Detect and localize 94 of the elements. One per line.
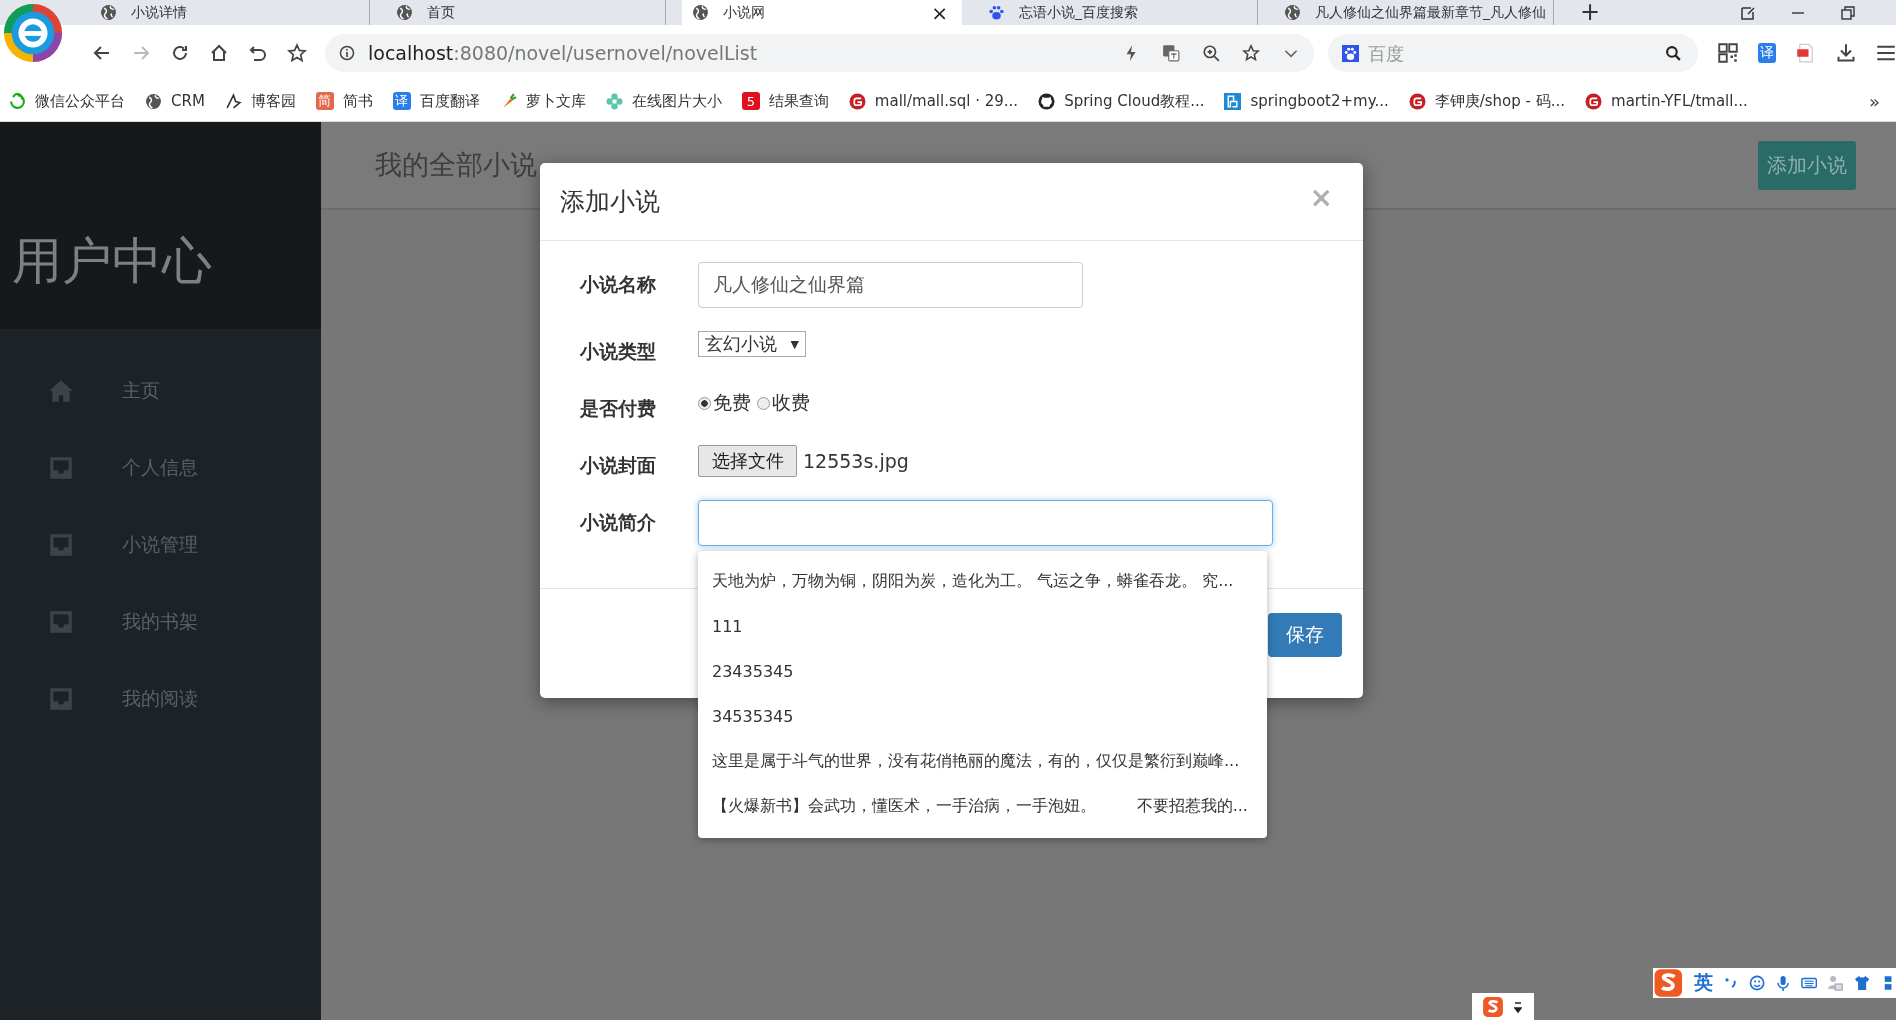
- suggestion-item[interactable]: 这里是属于斗气的世界，没有花俏艳丽的魔法，有的，仅仅是繁衍到巅峰...: [698, 739, 1267, 784]
- scroll-arrows-icon: [1514, 999, 1522, 1014]
- radio-option[interactable]: 免费: [698, 390, 751, 416]
- search-icon[interactable]: [1665, 45, 1682, 62]
- bracket-logo-icon: [1224, 92, 1242, 110]
- page-title: 我的全部小说: [375, 148, 537, 182]
- radio-button[interactable]: [698, 396, 711, 410]
- modal-title: 添加小说: [560, 186, 660, 218]
- choose-file-button[interactable]: 选择文件: [698, 445, 797, 477]
- globe-icon: [1284, 4, 1301, 21]
- bookmark[interactable]: 微信公众平台: [9, 91, 125, 111]
- search-field[interactable]: 百度: [1328, 34, 1698, 72]
- undo-icon[interactable]: [248, 43, 268, 63]
- globe-icon: [100, 4, 117, 21]
- field-label: 小说名称: [580, 272, 657, 297]
- bookmark[interactable]: 博客园: [224, 91, 296, 111]
- menu-icon[interactable]: [1876, 43, 1896, 63]
- bookmark-icon: 简: [315, 92, 334, 110]
- pdf-icon[interactable]: [1796, 43, 1816, 63]
- tab-title: 小说网: [723, 3, 766, 22]
- info-icon: [339, 45, 355, 61]
- bookmark[interactable]: springboot2+my...: [1224, 92, 1389, 110]
- suggestion-item[interactable]: 天地为炉，万物为铜，阴阳为炭，造化为工。 气运之争，蟒雀吞龙。 究...: [698, 559, 1267, 604]
- bookmark-icon: 译: [392, 92, 411, 110]
- suggestion-item[interactable]: 23435345: [698, 649, 1267, 694]
- tab-title: 凡人修仙之仙界篇最新章节_凡人修仙: [1315, 3, 1546, 22]
- microphone-icon[interactable]: [1775, 974, 1792, 992]
- g-logo-icon: [1408, 92, 1426, 110]
- sidebar-title: 用户中心: [12, 231, 212, 292]
- radio-button[interactable]: [757, 396, 770, 410]
- smiley-icon[interactable]: [1748, 974, 1765, 992]
- bookmark[interactable]: 译 百度翻译: [392, 91, 480, 111]
- field-label: 小说封面: [580, 453, 657, 478]
- g-logo-icon: [848, 92, 866, 110]
- home-icon: [48, 378, 74, 404]
- star-icon[interactable]: [287, 43, 307, 63]
- bookmark[interactable]: 5 结果查询: [741, 91, 829, 111]
- bookmark-icon: 5: [741, 92, 760, 110]
- field-label: 小说类型: [580, 339, 657, 364]
- flower-icon: [605, 92, 623, 110]
- bookmark[interactable]: 在线图片大小: [605, 91, 722, 111]
- radio-option[interactable]: 收费: [757, 390, 810, 416]
- notes-icon[interactable]: [1740, 4, 1756, 21]
- url-text: localhost:8080/novel/usernovel/novelList: [368, 42, 758, 64]
- bookmark[interactable]: 萝卜文库: [499, 91, 586, 111]
- type-select[interactable]: 玄幻小说 ▼: [698, 331, 806, 357]
- tab-title: 忘语小说_百度搜索: [1019, 3, 1139, 22]
- star-icon[interactable]: [1242, 44, 1260, 62]
- spiral-icon: [9, 92, 26, 110]
- zoom-icon[interactable]: [1202, 44, 1220, 62]
- address-bar[interactable]: localhost:8080/novel/usernovel/novelList: [325, 34, 1314, 72]
- translate-button[interactable]: 译: [1758, 43, 1776, 63]
- s-logo-icon[interactable]: [1653, 966, 1684, 1000]
- tab-title: 小说详情: [131, 3, 188, 22]
- field-label: 是否付费: [580, 396, 657, 421]
- inbox-icon: [48, 455, 74, 481]
- file-name: 12553s.jpg: [803, 450, 909, 472]
- bookmark[interactable]: Spring Cloud教程...: [1038, 91, 1205, 111]
- g-logo-icon: [1585, 92, 1603, 110]
- bookmark[interactable]: mall/mall.sql · 29...: [848, 92, 1019, 110]
- bookmark[interactable]: 李钾庚/shop - 码...: [1408, 91, 1566, 111]
- more-bookmarks-button[interactable]: »: [1869, 90, 1880, 112]
- paw-icon: [1342, 45, 1359, 62]
- inbox-icon: [48, 609, 74, 635]
- ime-status-box[interactable]: [1472, 993, 1534, 1020]
- close-tab-button[interactable]: ×: [931, 0, 948, 25]
- browser-tab[interactable]: 小说网 ×: [682, 0, 962, 25]
- reload-icon[interactable]: [170, 43, 190, 63]
- intro-input[interactable]: [698, 500, 1273, 546]
- bookmark[interactable]: 简 简书: [315, 91, 373, 111]
- tab-title: 首页: [427, 3, 456, 22]
- inbox-icon: [48, 686, 74, 712]
- field-label: 小说简介: [580, 510, 657, 535]
- download-icon[interactable]: [1836, 43, 1856, 63]
- suggestion-item[interactable]: 【火爆新书】会武功，懂医术，一手治病，一手泡妞。 不要招惹我的...: [698, 784, 1267, 829]
- globe-icon: [396, 4, 413, 21]
- name-input[interactable]: 凡人修仙之仙界篇: [698, 262, 1083, 308]
- restore-icon[interactable]: [1840, 4, 1856, 21]
- globe-icon: [692, 4, 709, 21]
- s-logo-icon: [1482, 995, 1504, 1018]
- translate-icon[interactable]: [1162, 44, 1180, 62]
- suggestion-item[interactable]: 111: [698, 604, 1267, 649]
- suggestion-item[interactable]: 34535345: [698, 694, 1267, 739]
- home-icon[interactable]: [209, 43, 229, 63]
- save-button[interactable]: 保存: [1268, 613, 1342, 657]
- ime-mode-button[interactable]: 英: [1693, 970, 1713, 996]
- bookmark[interactable]: CRM: [145, 92, 205, 110]
- qr-code-icon[interactable]: [1718, 43, 1738, 63]
- bookmark[interactable]: martin-YFL/tmall...: [1585, 92, 1748, 110]
- shirt-icon[interactable]: [1853, 974, 1870, 992]
- new-tab-button[interactable]: +: [1580, 0, 1601, 25]
- inbox-icon: [48, 532, 74, 558]
- globe-icon: [145, 92, 162, 110]
- paw-icon: [988, 4, 1005, 21]
